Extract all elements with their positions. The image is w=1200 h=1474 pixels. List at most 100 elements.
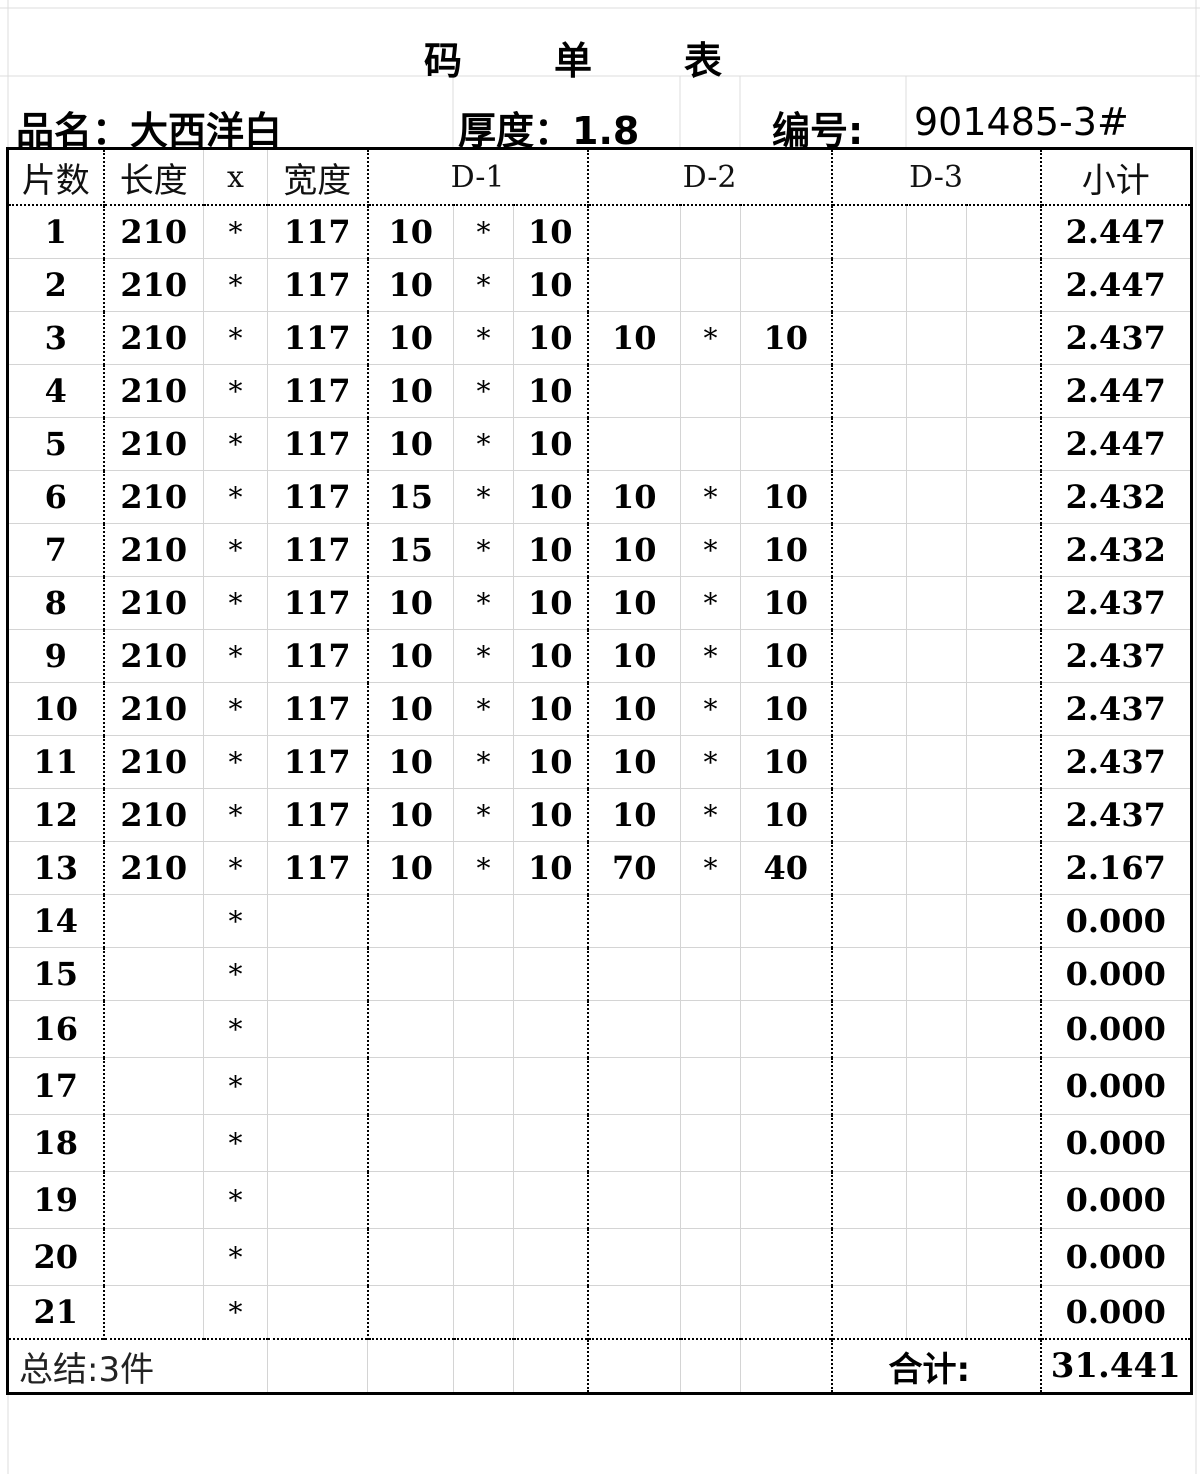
cell-d3-b <box>966 576 1042 630</box>
header-row: 片数 长度 x 宽度 D-1 D-2 D-3 小计 <box>7 148 1192 206</box>
cell-d1-x: * <box>453 470 514 524</box>
cell-d2-b: 10 <box>740 629 833 683</box>
cell-d2-x: * <box>680 523 741 577</box>
cell-d1-a <box>367 1285 454 1340</box>
cell-d3-b <box>966 470 1042 524</box>
cell-width: 117 <box>267 311 369 365</box>
cell-d2-x: * <box>680 576 741 630</box>
cell-d3-b <box>966 417 1042 471</box>
cell-d2-a <box>587 364 681 418</box>
cell-subtotal: 2.437 <box>1040 788 1192 842</box>
cell-d3-a <box>831 1285 907 1340</box>
cell-d3-a <box>831 417 907 471</box>
cell-length <box>103 947 204 1001</box>
cell-d3-x <box>906 1228 967 1286</box>
cell-length <box>103 1285 204 1340</box>
cell-x-sign: * <box>203 576 268 630</box>
cell-length <box>103 1057 204 1115</box>
cell-d3-b <box>966 205 1042 259</box>
summary-empty <box>740 1338 833 1394</box>
cell-row-number: 3 <box>7 311 105 365</box>
cell-d1-a <box>367 1000 454 1058</box>
table-row: 21 * 0.000 <box>7 1285 1192 1340</box>
cell-d2-a: 10 <box>587 311 681 365</box>
cell-d2-b: 10 <box>740 311 833 365</box>
cell-d2-x <box>680 1057 741 1115</box>
cell-d1-b: 10 <box>513 258 589 312</box>
cell-d1-a: 10 <box>367 629 454 683</box>
table-row: 18 * 0.000 <box>7 1114 1192 1172</box>
cell-d2-b <box>740 1114 833 1172</box>
cell-d1-b: 10 <box>513 735 589 789</box>
cell-d1-x <box>453 1114 514 1172</box>
cell-d2-a <box>587 1171 681 1229</box>
header-d2: D-2 <box>587 148 833 206</box>
cell-length: 210 <box>103 735 204 789</box>
cell-subtotal: 2.432 <box>1040 470 1192 524</box>
cell-row-number: 18 <box>7 1114 105 1172</box>
cell-x-sign: * <box>203 258 268 312</box>
table-row: 10 210 * 117 10 * 10 10 * 10 2.437 <box>7 682 1192 736</box>
cell-d1-a: 10 <box>367 788 454 842</box>
cell-x-sign: * <box>203 894 268 948</box>
cell-d3-x <box>906 788 967 842</box>
cell-subtotal: 0.000 <box>1040 1000 1192 1058</box>
cell-subtotal: 0.000 <box>1040 1171 1192 1229</box>
cell-d3-a <box>831 629 907 683</box>
cell-d2-b: 10 <box>740 735 833 789</box>
header-subtotal: 小计 <box>1040 148 1192 206</box>
cell-d1-b: 10 <box>513 576 589 630</box>
cell-d3-b <box>966 735 1042 789</box>
cell-row-number: 2 <box>7 258 105 312</box>
cell-subtotal: 2.447 <box>1040 417 1192 471</box>
table-row: 8 210 * 117 10 * 10 10 * 10 2.437 <box>7 576 1192 630</box>
cell-subtotal: 0.000 <box>1040 947 1192 1001</box>
cell-d3-b <box>966 788 1042 842</box>
cell-d2-x <box>680 364 741 418</box>
cell-d3-b <box>966 258 1042 312</box>
cell-width <box>267 1057 369 1115</box>
cell-d2-b: 10 <box>740 523 833 577</box>
cell-d3-a <box>831 311 907 365</box>
cell-d2-b <box>740 1171 833 1229</box>
cell-d1-a <box>367 1114 454 1172</box>
cell-row-number: 15 <box>7 947 105 1001</box>
cell-d2-x <box>680 1228 741 1286</box>
cell-d3-a <box>831 788 907 842</box>
cell-d1-a: 10 <box>367 576 454 630</box>
cell-d2-a: 10 <box>587 470 681 524</box>
cell-row-number: 20 <box>7 1228 105 1286</box>
cell-x-sign: * <box>203 947 268 1001</box>
table-row: 3 210 * 117 10 * 10 10 * 10 2.437 <box>7 311 1192 365</box>
cell-x-sign: * <box>203 470 268 524</box>
cell-width <box>267 1171 369 1229</box>
cell-d1-x: * <box>453 205 514 259</box>
cell-d2-a <box>587 1057 681 1115</box>
summary-empty <box>680 1338 741 1394</box>
cell-d2-x: * <box>680 735 741 789</box>
cell-subtotal: 2.447 <box>1040 258 1192 312</box>
cell-d3-b <box>966 364 1042 418</box>
cell-d3-x <box>906 629 967 683</box>
cell-d1-b: 10 <box>513 841 589 895</box>
cell-x-sign: * <box>203 1114 268 1172</box>
cell-subtotal: 2.447 <box>1040 364 1192 418</box>
cell-length <box>103 1171 204 1229</box>
cell-x-sign: * <box>203 1285 268 1340</box>
cell-d3-x <box>906 1285 967 1340</box>
summary-row: 总结:3件 合计: 31.441 <box>7 1338 1192 1394</box>
cell-row-number: 4 <box>7 364 105 418</box>
cell-d1-b <box>513 1228 589 1286</box>
cell-d3-b <box>966 629 1042 683</box>
cell-subtotal: 2.437 <box>1040 311 1192 365</box>
cell-d3-a <box>831 523 907 577</box>
cell-d2-a <box>587 947 681 1001</box>
cell-subtotal: 0.000 <box>1040 1285 1192 1340</box>
table-row: 6 210 * 117 15 * 10 10 * 10 2.432 <box>7 470 1192 524</box>
cell-width <box>267 894 369 948</box>
cell-d2-a <box>587 1285 681 1340</box>
cell-d2-b <box>740 417 833 471</box>
cell-row-number: 6 <box>7 470 105 524</box>
measurement-table: 片数 长度 x 宽度 D-1 D-2 D-3 小计 1 210 * 117 10 * 10 2… <box>6 147 1193 1395</box>
cell-row-number: 10 <box>7 682 105 736</box>
